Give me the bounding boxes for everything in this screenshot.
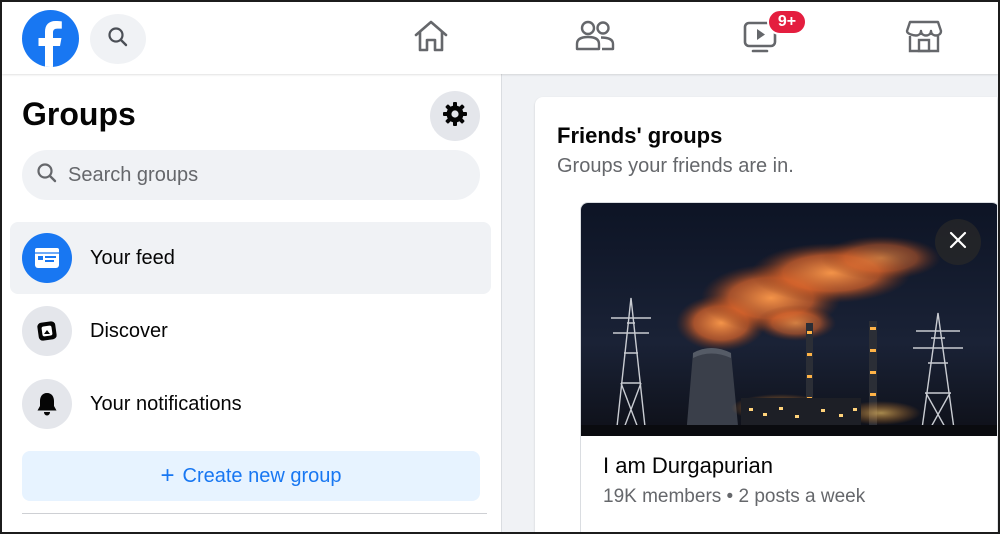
group-meta: 19K members • 2 posts a week [603,486,866,507]
sidebar-item-label: Discover [90,319,168,342]
gear-icon [442,101,468,132]
discover-icon [22,306,72,356]
facebook-logo-icon[interactable] [22,10,79,67]
friends-groups-section: Friends' groups Groups your friends are … [535,97,997,534]
groups-sidebar: Groups Search groups Your feed Discover … [2,74,502,532]
marketplace-icon [905,18,943,59]
create-new-group-label: Create new group [182,464,342,487]
sidebar-item-label: Your notifications [90,392,242,415]
create-new-group-button[interactable]: + Create new group [22,451,480,501]
sidebar-divider [22,513,487,514]
home-icon [412,18,450,59]
settings-button[interactable] [430,91,480,141]
marketplace-nav-button[interactable] [902,16,946,60]
search-icon [36,162,58,189]
sidebar-item-notifications[interactable]: Your notifications [10,368,491,440]
plus-icon: + [160,462,175,489]
search-groups-field[interactable] [22,150,480,200]
search-icon [107,26,129,53]
group-name[interactable]: I am Durgapurian [603,453,773,479]
search-groups-input[interactable] [68,163,448,187]
page-title: Groups [22,96,136,132]
search-button[interactable] [90,14,146,64]
group-card[interactable]: I am Durgapurian 19K members • 2 posts a… [580,202,997,534]
top-navigation-bar: 9+ [2,2,998,74]
feed-icon [22,233,72,283]
bell-icon [22,379,72,429]
close-icon [948,230,968,255]
home-nav-button[interactable] [409,16,453,60]
sidebar-item-your-feed[interactable]: Your feed [10,222,491,294]
sidebar-item-label: Your feed [90,246,175,269]
section-title: Friends' groups [557,123,723,148]
notification-badge: 9+ [767,9,807,35]
friends-nav-button[interactable] [573,16,617,60]
friends-icon [575,19,615,58]
dismiss-group-button[interactable] [935,219,981,265]
sidebar-item-discover[interactable]: Discover [10,295,491,367]
section-subtitle: Groups your friends are in. [557,155,794,177]
